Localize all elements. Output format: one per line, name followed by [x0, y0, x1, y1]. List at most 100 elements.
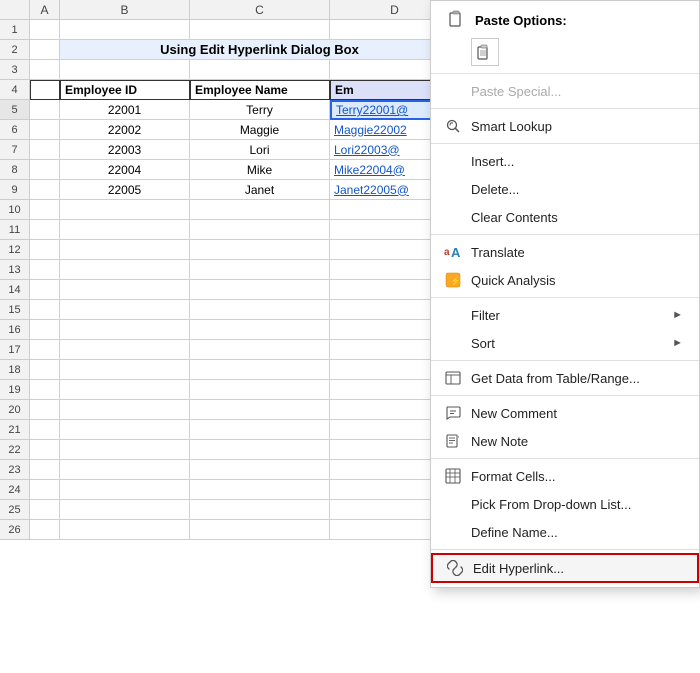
- cell-3-b[interactable]: [60, 60, 190, 80]
- cell-20-b[interactable]: [60, 400, 190, 420]
- cell-7-c[interactable]: Lori: [190, 140, 330, 160]
- menu-edit-hyperlink[interactable]: Edit Hyperlink...: [431, 553, 699, 583]
- cell-6-a[interactable]: [30, 120, 60, 140]
- cell-22-a[interactable]: [30, 440, 60, 460]
- cell-15-c[interactable]: [190, 300, 330, 320]
- cell-5-b[interactable]: 22001: [60, 100, 190, 120]
- cell-12-c[interactable]: [190, 240, 330, 260]
- menu-define-name[interactable]: Define Name...: [431, 518, 699, 546]
- cell-9-b[interactable]: 22005: [60, 180, 190, 200]
- cell-9-c[interactable]: Janet: [190, 180, 330, 200]
- cell-14-b[interactable]: [60, 280, 190, 300]
- cell-8-b[interactable]: 22004: [60, 160, 190, 180]
- cell-21-c[interactable]: [190, 420, 330, 440]
- menu-new-note[interactable]: New Note: [431, 427, 699, 455]
- cell-16-c[interactable]: [190, 320, 330, 340]
- cell-24-c[interactable]: [190, 480, 330, 500]
- cell-11-b[interactable]: [60, 220, 190, 240]
- cell-20-a[interactable]: [30, 400, 60, 420]
- cell-3-a[interactable]: [30, 60, 60, 80]
- cell-15-a[interactable]: [30, 300, 60, 320]
- cell-14-a[interactable]: [30, 280, 60, 300]
- cell-22-b[interactable]: [60, 440, 190, 460]
- menu-sort[interactable]: Sort ►: [431, 329, 699, 357]
- menu-clear-contents[interactable]: Clear Contents: [431, 203, 699, 231]
- menu-format-cells[interactable]: Format Cells...: [431, 462, 699, 490]
- cell-11-a[interactable]: [30, 220, 60, 240]
- cell-24-b[interactable]: [60, 480, 190, 500]
- cell-25-b[interactable]: [60, 500, 190, 520]
- cell-26-b[interactable]: [60, 520, 190, 540]
- cell-17-c[interactable]: [190, 340, 330, 360]
- cell-5-c[interactable]: Terry: [190, 100, 330, 120]
- cell-11-c[interactable]: [190, 220, 330, 240]
- header-employee-name[interactable]: Employee Name: [190, 80, 330, 100]
- cell-13-c[interactable]: [190, 260, 330, 280]
- menu-smart-lookup[interactable]: Smart Lookup: [431, 112, 699, 140]
- cell-10-a[interactable]: [30, 200, 60, 220]
- paste-button[interactable]: [471, 38, 499, 66]
- cell-16-a[interactable]: [30, 320, 60, 340]
- menu-paste-special[interactable]: Paste Special...: [431, 77, 699, 105]
- cell-5-a[interactable]: [30, 100, 60, 120]
- cell-22-c[interactable]: [190, 440, 330, 460]
- cell-18-c[interactable]: [190, 360, 330, 380]
- menu-pick-dropdown[interactable]: Pick From Drop-down List...: [431, 490, 699, 518]
- cell-7-a[interactable]: [30, 140, 60, 160]
- cell-12-a[interactable]: [30, 240, 60, 260]
- cell-6-c[interactable]: Maggie: [190, 120, 330, 140]
- cell-26-c[interactable]: [190, 520, 330, 540]
- cell-7-b[interactable]: 22003: [60, 140, 190, 160]
- cell-15-b[interactable]: [60, 300, 190, 320]
- cell-13-b[interactable]: [60, 260, 190, 280]
- cell-9-a[interactable]: [30, 180, 60, 200]
- cell-25-c[interactable]: [190, 500, 330, 520]
- cell-8-c[interactable]: Mike: [190, 160, 330, 180]
- cell-7-d-link[interactable]: Lori22003@: [334, 143, 400, 157]
- cell-10-b[interactable]: [60, 200, 190, 220]
- cell-6-d-link[interactable]: Maggie22002: [334, 123, 407, 137]
- cell-19-a[interactable]: [30, 380, 60, 400]
- cell-1-c[interactable]: [190, 20, 330, 40]
- cell-19-b[interactable]: [60, 380, 190, 400]
- cell-8-a[interactable]: [30, 160, 60, 180]
- menu-quick-analysis[interactable]: ⚡ Quick Analysis: [431, 266, 699, 294]
- cell-23-a[interactable]: [30, 460, 60, 480]
- cell-13-a[interactable]: [30, 260, 60, 280]
- menu-translate[interactable]: a A Translate: [431, 238, 699, 266]
- cell-9-d-link[interactable]: Janet22005@: [334, 183, 409, 197]
- cell-21-b[interactable]: [60, 420, 190, 440]
- cell-23-b[interactable]: [60, 460, 190, 480]
- cell-1-a[interactable]: [30, 20, 60, 40]
- cell-12-b[interactable]: [60, 240, 190, 260]
- header-employee-id[interactable]: Employee ID: [60, 80, 190, 100]
- menu-insert[interactable]: Insert...: [431, 147, 699, 175]
- menu-get-data[interactable]: Get Data from Table/Range...: [431, 364, 699, 392]
- cell-2-a[interactable]: [30, 40, 60, 60]
- cell-10-c[interactable]: [190, 200, 330, 220]
- cell-19-c[interactable]: [190, 380, 330, 400]
- cell-5-d-link[interactable]: Terry22001@: [336, 103, 408, 117]
- cell-17-b[interactable]: [60, 340, 190, 360]
- menu-delete[interactable]: Delete...: [431, 175, 699, 203]
- cell-18-b[interactable]: [60, 360, 190, 380]
- cell-16-b[interactable]: [60, 320, 190, 340]
- header-cell-a[interactable]: [30, 80, 60, 100]
- cell-17-a[interactable]: [30, 340, 60, 360]
- cell-1-b[interactable]: [60, 20, 190, 40]
- cell-20-c[interactable]: [190, 400, 330, 420]
- cell-24-a[interactable]: [30, 480, 60, 500]
- menu-filter[interactable]: Filter ►: [431, 301, 699, 329]
- cell-26-a[interactable]: [30, 520, 60, 540]
- cell-8-d-link[interactable]: Mike22004@: [334, 163, 405, 177]
- cell-18-a[interactable]: [30, 360, 60, 380]
- cell-6-b[interactable]: 22002: [60, 120, 190, 140]
- title-cell[interactable]: Using Edit Hyperlink Dialog Box: [60, 40, 460, 60]
- row-8: 22004 Mike Mike22004@: [30, 160, 460, 180]
- cell-21-a[interactable]: [30, 420, 60, 440]
- menu-new-comment[interactable]: New Comment: [431, 399, 699, 427]
- cell-14-c[interactable]: [190, 280, 330, 300]
- cell-23-c[interactable]: [190, 460, 330, 480]
- cell-3-c[interactable]: [190, 60, 330, 80]
- cell-25-a[interactable]: [30, 500, 60, 520]
